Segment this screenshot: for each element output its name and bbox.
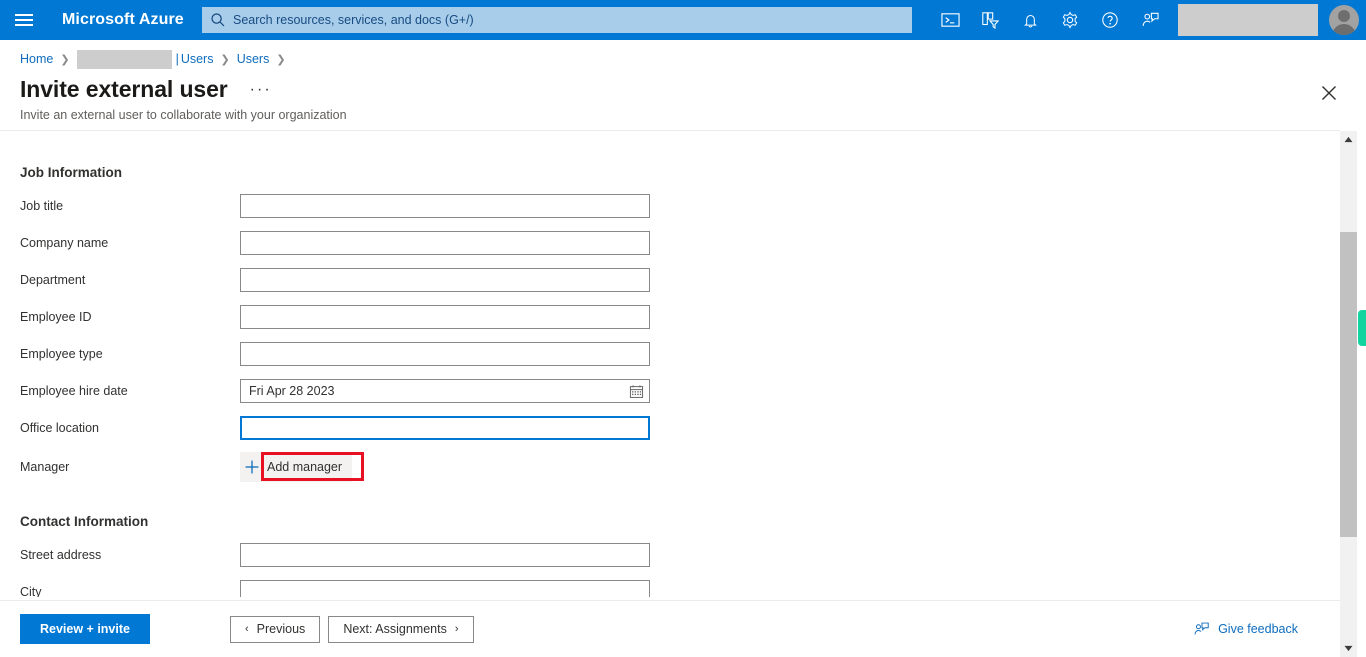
field-row-employee-hire-date: Employee hire date (20, 376, 1320, 406)
global-header: Microsoft Azure Search resources, servic… (0, 0, 1366, 40)
city-input[interactable] (240, 580, 650, 597)
plus-icon (245, 460, 259, 474)
user-avatar[interactable] (1322, 0, 1366, 40)
previous-label: Previous (256, 622, 306, 636)
hamburger-menu-icon[interactable] (0, 0, 48, 40)
directory-filter-icon[interactable] (970, 0, 1010, 40)
form-content-area: Job Information Job title Company name D… (0, 131, 1340, 597)
scroll-down-arrow-icon[interactable] (1340, 640, 1357, 657)
header-icon-group (930, 0, 1366, 40)
global-search-placeholder: Search resources, services, and docs (G+… (233, 13, 474, 27)
label-employee-type: Employee type (20, 347, 103, 361)
field-row-department: Department (20, 265, 1320, 295)
vertical-scrollbar[interactable] (1340, 131, 1357, 657)
global-search-box[interactable]: Search resources, services, and docs (G+… (202, 7, 912, 33)
street-address-input[interactable] (240, 543, 650, 567)
give-feedback-label: Give feedback (1218, 622, 1298, 636)
wizard-nav-buttons: ‹ Previous Next: Assignments › (230, 615, 474, 643)
field-row-manager: Manager Add manager (20, 452, 1320, 482)
employee-hire-date-input[interactable] (240, 379, 650, 403)
previous-button[interactable]: ‹ Previous (230, 615, 321, 643)
give-feedback-link[interactable]: Give feedback (1193, 621, 1298, 637)
next-label: Next: Assignments (343, 622, 447, 636)
settings-gear-icon[interactable] (1050, 0, 1090, 40)
label-department: Department (20, 273, 86, 287)
label-city: City (20, 585, 42, 597)
breadcrumb-chevron-icon-3: ❯ (276, 53, 286, 66)
label-company-name: Company name (20, 236, 109, 250)
calendar-icon[interactable] (623, 380, 649, 402)
section-title-contact: Contact Information (20, 513, 149, 529)
azure-portal-page: Microsoft Azure Search resources, servic… (0, 0, 1366, 657)
office-location-input[interactable] (240, 416, 650, 440)
azure-brand-link[interactable]: Microsoft Azure (62, 11, 184, 29)
breadcrumb-users-1[interactable]: Users (181, 52, 214, 66)
label-employee-id: Employee ID (20, 310, 92, 324)
page-title: Invite external user (20, 76, 228, 102)
label-street-address: Street address (20, 548, 102, 562)
breadcrumb-home[interactable]: Home (20, 52, 53, 66)
field-row-job-title: Job title (20, 191, 1320, 221)
field-row-office-location: Office location (20, 413, 1320, 443)
notifications-bell-icon[interactable] (1010, 0, 1050, 40)
search-icon (211, 13, 225, 27)
page-subtitle: Invite an external user to collaborate w… (20, 108, 347, 122)
more-options-icon[interactable]: ··· (246, 81, 276, 97)
breadcrumb-users-2[interactable]: Users (237, 52, 270, 66)
add-manager-label: Add manager (267, 460, 343, 474)
breadcrumb-pipe: | (175, 52, 179, 66)
employee-type-input[interactable] (240, 342, 650, 366)
feedback-person-icon (1194, 622, 1209, 635)
section-header-job-information: Job Information (20, 157, 1320, 187)
employee-id-input[interactable] (240, 305, 650, 329)
field-row-city: City (20, 577, 1320, 597)
cloud-shell-icon[interactable] (930, 0, 970, 40)
field-row-company-name: Company name (20, 228, 1320, 258)
department-input[interactable] (240, 268, 650, 292)
field-row-employee-id: Employee ID (20, 302, 1320, 332)
help-question-icon[interactable] (1090, 0, 1130, 40)
label-job-title: Job title (20, 199, 64, 213)
cursor-position-marker (1358, 310, 1366, 346)
command-footer: Review + invite ‹ Previous Next: Assignm… (0, 600, 1340, 657)
breadcrumb-chevron-icon-2: ❯ (220, 53, 230, 66)
close-icon[interactable] (1318, 82, 1340, 104)
feedback-person-icon[interactable] (1130, 0, 1170, 40)
breadcrumb-tenant-redacted (76, 49, 172, 69)
scrollbar-thumb[interactable] (1340, 232, 1357, 537)
review-invite-button[interactable]: Review + invite (20, 614, 150, 644)
label-employee-hire-date: Employee hire date (20, 384, 128, 398)
scroll-up-arrow-icon[interactable] (1340, 131, 1357, 148)
chevron-right-icon: › (454, 623, 459, 635)
section-title: Job Information (20, 164, 122, 180)
field-row-street-address: Street address (20, 540, 1320, 570)
breadcrumb: Home ❯ | Users ❯ Users ❯ (20, 48, 293, 70)
job-title-input[interactable] (240, 194, 650, 218)
label-manager: Manager (20, 460, 70, 474)
add-manager-button[interactable]: Add manager (240, 452, 353, 482)
label-office-location: Office location (20, 421, 99, 435)
breadcrumb-chevron-icon: ❯ (60, 53, 70, 66)
field-row-employee-type: Employee type (20, 339, 1320, 369)
next-assignments-button[interactable]: Next: Assignments › (328, 615, 474, 643)
chevron-left-icon: ‹ (245, 623, 249, 635)
section-header-contact-information: Contact Information (20, 506, 1320, 536)
page-title-row: Invite external user ··· (20, 76, 276, 103)
account-info-redacted (1178, 4, 1318, 36)
company-name-input[interactable] (240, 231, 650, 255)
